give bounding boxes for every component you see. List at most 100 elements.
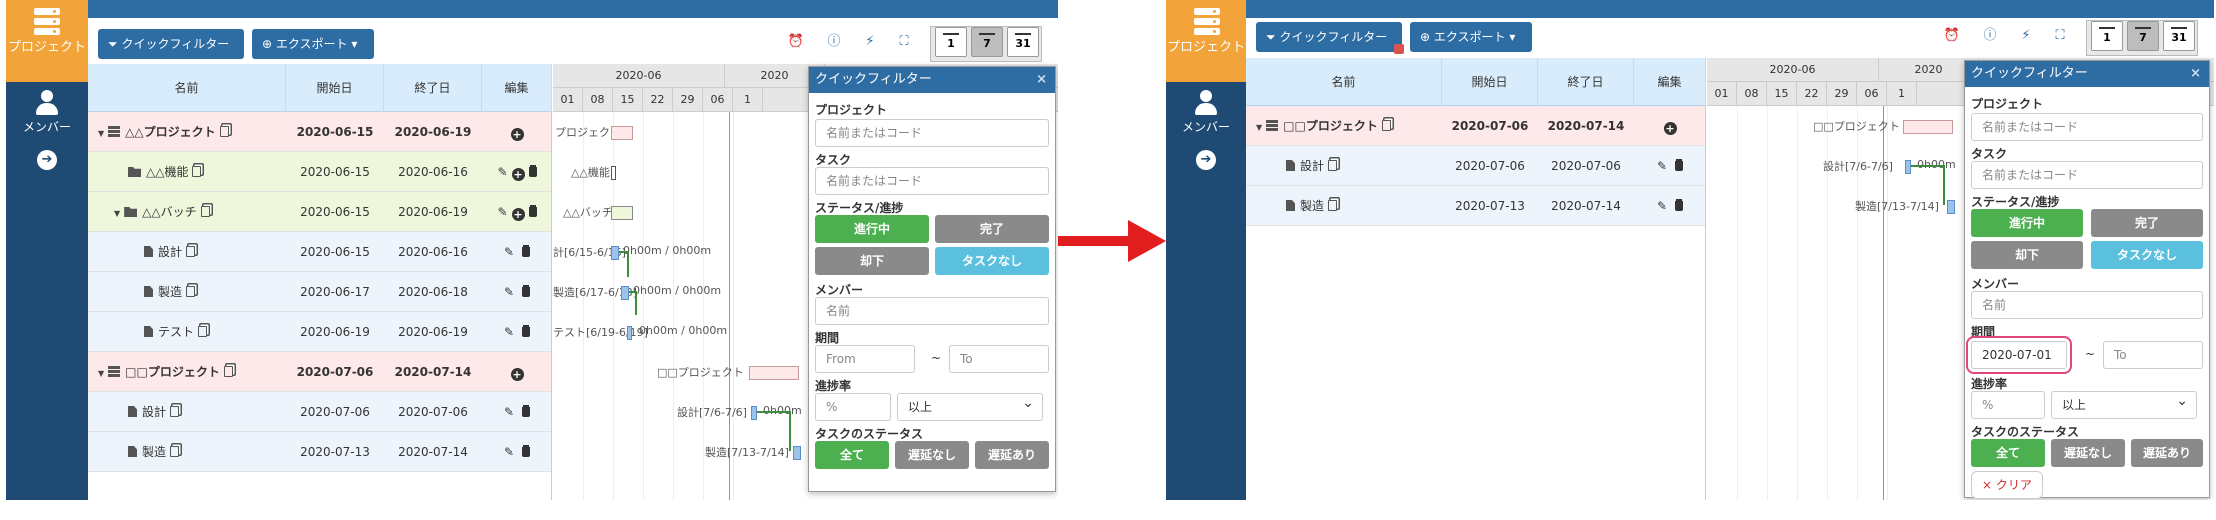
period-from-input[interactable]: From xyxy=(815,345,915,373)
sidebar-item-project[interactable]: プロジェクト xyxy=(6,0,88,82)
gantt-bar[interactable] xyxy=(611,166,616,180)
task-status-delay-button[interactable]: 遅延あり xyxy=(975,441,1049,469)
trash-icon[interactable] xyxy=(522,247,531,257)
trash-icon[interactable] xyxy=(522,327,531,337)
arrow-right-icon[interactable]: ➔ xyxy=(1196,150,1216,170)
member-input[interactable]: 名前 xyxy=(1971,291,2203,319)
fullscreen-icon[interactable]: ⛶ xyxy=(2050,26,2070,46)
add-icon[interactable]: + xyxy=(510,128,524,141)
table-row[interactable]: 設計 2020-07-06 2020-07-06 ✎ xyxy=(1246,146,1705,186)
copy-icon[interactable] xyxy=(170,406,180,417)
calendar-week-button[interactable]: 7 xyxy=(2127,21,2159,51)
fullscreen-icon[interactable]: ⛶ xyxy=(894,32,914,52)
period-to-input[interactable]: To xyxy=(2103,341,2203,369)
status-in-progress-button[interactable]: 進行中 xyxy=(1971,209,2083,237)
trash-icon[interactable] xyxy=(528,207,537,217)
sidebar-item-member[interactable]: メンバー xyxy=(6,90,88,135)
status-done-button[interactable]: 完了 xyxy=(2091,209,2203,237)
table-row[interactable]: 製造 2020-07-13 2020-07-14 ✎ xyxy=(1246,186,1705,226)
no-alarm-icon[interactable]: ⏰ xyxy=(786,32,806,52)
edit-icon[interactable]: ✎ xyxy=(1657,146,1667,186)
table-row[interactable]: 設計 2020-07-06 2020-07-06 ✎ xyxy=(88,392,551,432)
status-done-button[interactable]: 完了 xyxy=(935,215,1049,243)
edit-icon[interactable]: ✎ xyxy=(497,152,507,192)
edit-icon[interactable]: ✎ xyxy=(497,192,507,232)
arrow-right-icon[interactable]: ➔ xyxy=(37,150,57,170)
project-input[interactable]: 名前またはコード xyxy=(1971,113,2203,141)
table-row[interactable]: 製造 2020-07-13 2020-07-14 ✎ xyxy=(88,432,551,472)
copy-icon[interactable] xyxy=(186,286,196,297)
no-alarm-icon[interactable]: ⏰ xyxy=(1942,26,1962,46)
edit-icon[interactable]: ✎ xyxy=(1657,186,1667,226)
status-no-task-button[interactable]: タスクなし xyxy=(935,247,1049,275)
gantt-task-bar[interactable] xyxy=(1947,200,1955,214)
sidebar-item-project[interactable]: プロジェクト xyxy=(1166,0,1246,82)
table-row[interactable]: ▼ □□プロジェクト 2020-07-06 2020-07-14 + xyxy=(88,352,551,392)
task-input[interactable]: 名前またはコード xyxy=(1971,161,2203,189)
table-row[interactable]: 製造 2020-06-17 2020-06-18 ✎ xyxy=(88,272,551,312)
status-no-task-button[interactable]: タスクなし xyxy=(2091,241,2203,269)
add-icon[interactable]: + xyxy=(510,368,524,381)
edit-icon[interactable]: ✎ xyxy=(504,272,514,312)
copy-icon[interactable] xyxy=(219,126,229,137)
table-row[interactable]: 設計 2020-06-15 2020-06-16 ✎ xyxy=(88,232,551,272)
trash-icon[interactable] xyxy=(522,447,531,457)
close-icon[interactable]: × xyxy=(2190,61,2201,87)
calendar-month-button[interactable]: 31 xyxy=(1007,27,1039,57)
copy-icon[interactable] xyxy=(186,246,196,257)
task-status-all-button[interactable]: 全て xyxy=(815,441,889,469)
info-icon[interactable]: ⓘ xyxy=(1980,26,2000,46)
quick-filter-button[interactable]: ⏷ クイックフィルター xyxy=(98,29,244,59)
copy-icon[interactable] xyxy=(223,366,233,377)
clear-button[interactable]: × クリア xyxy=(1971,471,2043,499)
export-button[interactable]: ⊕ エクスポート ▾ xyxy=(252,29,374,59)
table-row[interactable]: △△機能 2020-06-15 2020-06-16 ✎ + xyxy=(88,152,551,192)
gantt-task-bar[interactable] xyxy=(611,246,619,260)
export-button[interactable]: ⊕ エクスポート ▾ xyxy=(1410,22,1532,52)
calendar-day-button[interactable]: 1 xyxy=(2091,21,2123,51)
edit-icon[interactable]: ✎ xyxy=(504,392,514,432)
table-row[interactable]: ▼ △△プロジェクト 2020-06-15 2020-06-19 + xyxy=(88,112,551,152)
add-icon[interactable]: + xyxy=(511,168,525,181)
copy-icon[interactable] xyxy=(198,326,208,337)
calendar-day-button[interactable]: 1 xyxy=(935,27,967,57)
gantt-task-bar[interactable] xyxy=(793,446,801,460)
expand-icon[interactable]: ▼ xyxy=(1256,123,1262,132)
table-row[interactable]: ▼ □□プロジェクト 2020-07-06 2020-07-14 + xyxy=(1246,106,1705,146)
calendar-week-button[interactable]: 7 xyxy=(971,27,1003,57)
sidebar-item-member[interactable]: メンバー xyxy=(1166,90,1246,135)
progress-operator-select[interactable]: 以上 xyxy=(2051,388,2197,419)
gantt-task-bar[interactable] xyxy=(627,326,632,340)
task-input[interactable]: 名前またはコード xyxy=(815,167,1049,195)
status-rejected-button[interactable]: 却下 xyxy=(1971,241,2083,269)
copy-icon[interactable] xyxy=(192,166,202,177)
copy-icon[interactable] xyxy=(1328,160,1338,171)
trash-icon[interactable] xyxy=(528,167,537,177)
status-in-progress-button[interactable]: 進行中 xyxy=(815,215,929,243)
expand-icon[interactable]: ▼ xyxy=(114,209,120,218)
add-icon[interactable]: + xyxy=(511,208,525,221)
task-status-delay-button[interactable]: 遅延あり xyxy=(2131,439,2203,467)
table-row[interactable]: ▼ △△バッチ 2020-06-15 2020-06-19 ✎ + xyxy=(88,192,551,232)
status-rejected-button[interactable]: 却下 xyxy=(815,247,929,275)
edit-icon[interactable]: ✎ xyxy=(504,432,514,472)
task-status-all-button[interactable]: 全て xyxy=(1971,439,2045,467)
task-status-no-delay-button[interactable]: 遅延なし xyxy=(895,441,969,469)
edit-icon[interactable]: ✎ xyxy=(504,312,514,352)
table-row[interactable]: テスト 2020-06-19 2020-06-19 ✎ xyxy=(88,312,551,352)
gantt-bar[interactable] xyxy=(611,206,633,220)
add-icon[interactable]: + xyxy=(1663,122,1677,135)
trash-icon[interactable] xyxy=(1675,201,1684,211)
lightning-icon[interactable]: ⚡ xyxy=(860,32,880,52)
progress-input[interactable]: % xyxy=(1971,391,2045,419)
edit-icon[interactable]: ✎ xyxy=(504,232,514,272)
lightning-icon[interactable]: ⚡ xyxy=(2016,26,2036,46)
progress-operator-select[interactable]: 以上 xyxy=(897,390,1043,421)
info-icon[interactable]: ⓘ xyxy=(824,32,844,52)
gantt-task-bar[interactable] xyxy=(621,286,629,300)
project-input[interactable]: 名前またはコード xyxy=(815,119,1049,147)
member-input[interactable]: 名前 xyxy=(815,297,1049,325)
copy-icon[interactable] xyxy=(1328,200,1338,211)
gantt-bar[interactable] xyxy=(749,366,799,380)
copy-icon[interactable] xyxy=(200,206,210,217)
